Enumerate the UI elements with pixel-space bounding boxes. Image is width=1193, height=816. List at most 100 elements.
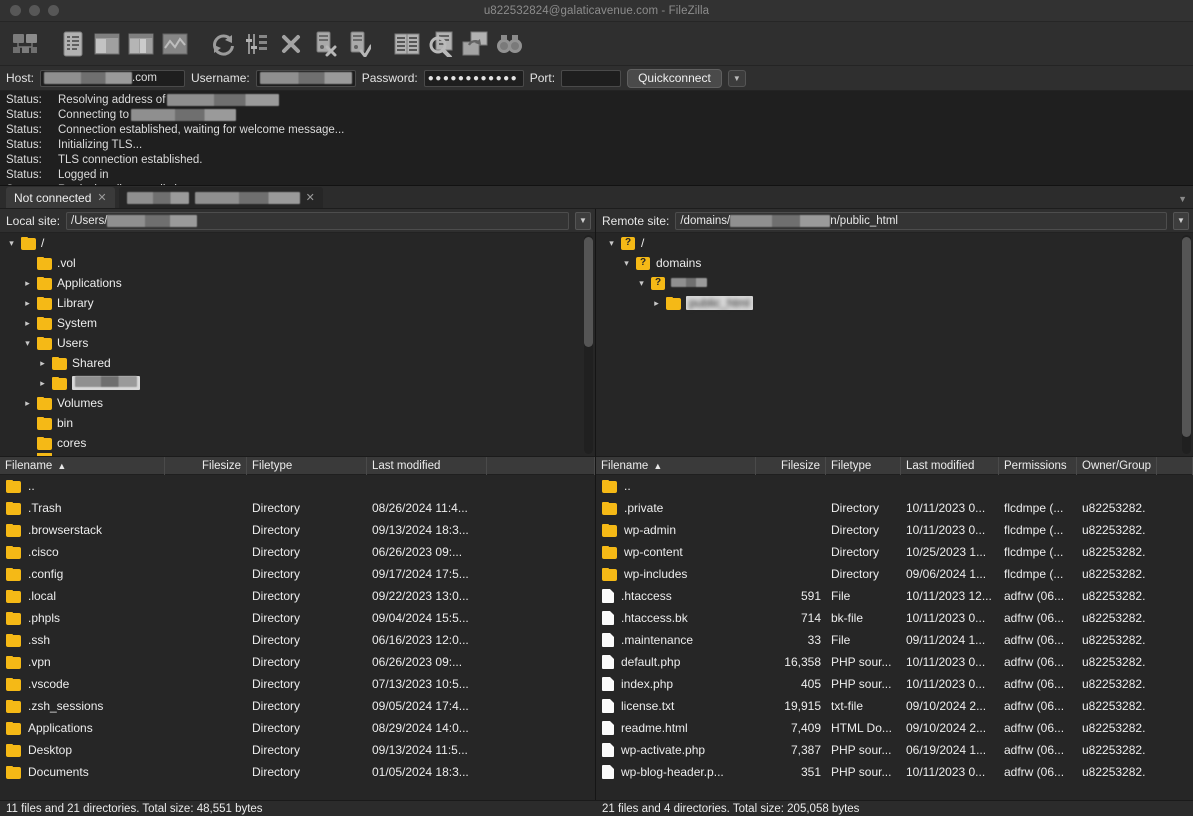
table-row[interactable]: .vscodeDirectory07/13/2023 10:5... xyxy=(0,673,595,695)
tree-item-bin[interactable]: bin xyxy=(0,413,595,433)
quickconnect-button[interactable]: Quickconnect xyxy=(627,69,722,88)
chevron-down-icon[interactable]: ▾ xyxy=(621,258,632,269)
table-row[interactable]: DocumentsDirectory01/05/2024 18:3... xyxy=(0,761,595,783)
local-file-list[interactable]: Filename▲ Filesize Filetype Last modifie… xyxy=(0,457,595,800)
column-header-filename[interactable]: Filename▲ xyxy=(596,457,756,475)
column-header-owner-group[interactable]: Owner/Group xyxy=(1077,457,1157,475)
refresh-icon[interactable] xyxy=(206,28,240,60)
chevron-down-icon[interactable]: ▼ xyxy=(728,70,746,87)
close-icon[interactable]: ✕ xyxy=(306,191,315,204)
tree-item-remote-root[interactable]: ▾ ? / xyxy=(596,233,1193,253)
tree-item-domains[interactable]: ▾ ? domains xyxy=(596,253,1193,273)
local-file-rows[interactable]: ...TrashDirectory08/26/2024 11:4....brow… xyxy=(0,475,595,800)
table-row[interactable]: .TrashDirectory08/26/2024 11:4... xyxy=(0,497,595,519)
cancel-icon[interactable] xyxy=(274,28,308,60)
tree-item-volumes[interactable]: ▸ Volumes xyxy=(0,393,595,413)
chevron-down-icon[interactable]: ▾ xyxy=(606,238,617,249)
chevron-right-icon[interactable]: ▸ xyxy=(37,358,48,369)
remote-directory-tree[interactable]: ▾ ? / ▾ ? domains ▾ ? ▸ public_htm xyxy=(596,233,1193,457)
table-row[interactable]: wp-includesDirectory09/06/2024 1...flcdm… xyxy=(596,563,1193,585)
table-row[interactable]: index.php405PHP sour...10/11/2023 0...ad… xyxy=(596,673,1193,695)
table-row[interactable]: wp-contentDirectory10/25/2023 1...flcdmp… xyxy=(596,541,1193,563)
tree-item-vol[interactable]: .vol xyxy=(0,253,595,273)
tree-item-cores[interactable]: cores xyxy=(0,433,595,453)
table-row[interactable]: .. xyxy=(0,475,595,497)
table-row[interactable]: .zsh_sessionsDirectory09/05/2024 17:4... xyxy=(0,695,595,717)
table-row[interactable]: wp-activate.php7,387PHP sour...06/19/202… xyxy=(596,739,1193,761)
column-header-filename[interactable]: Filename▲ xyxy=(0,457,165,475)
local-tree-scrollbar[interactable] xyxy=(584,235,593,454)
filter-icon[interactable] xyxy=(424,28,458,60)
table-row[interactable]: .privateDirectory10/11/2023 0...flcdmpe … xyxy=(596,497,1193,519)
column-header-spacer[interactable] xyxy=(1157,457,1193,475)
process-queue-icon[interactable] xyxy=(240,28,274,60)
column-header-filetype[interactable]: Filetype xyxy=(826,457,901,475)
table-row[interactable]: DesktopDirectory09/13/2024 11:5... xyxy=(0,739,595,761)
local-directory-tree[interactable]: ▾ / .vol ▸ Applications ▸ Libra xyxy=(0,233,595,457)
table-row[interactable]: .configDirectory09/17/2024 17:5... xyxy=(0,563,595,585)
table-row[interactable]: wp-adminDirectory10/11/2023 0...flcdmpe … xyxy=(596,519,1193,541)
table-row[interactable]: wp-blog-header.p...351PHP sour...10/11/2… xyxy=(596,761,1193,783)
local-site-input[interactable]: /Users/ xyxy=(66,212,569,230)
chevron-down-icon[interactable]: ▼ xyxy=(575,212,591,230)
remote-site-input[interactable]: /domains/n/public_html xyxy=(675,212,1167,230)
directory-comparison-icon[interactable] xyxy=(390,28,424,60)
column-header-filesize[interactable]: Filesize xyxy=(165,457,247,475)
chevron-right-icon[interactable]: ▸ xyxy=(22,318,33,329)
column-header-filetype[interactable]: Filetype xyxy=(247,457,367,475)
chevron-right-icon[interactable]: ▸ xyxy=(22,278,33,289)
toggle-message-log-icon[interactable] xyxy=(56,28,90,60)
table-row[interactable]: .. xyxy=(596,475,1193,497)
table-row[interactable]: .maintenance33File09/11/2024 1...adfrw (… xyxy=(596,629,1193,651)
chevron-down-icon[interactable]: ▼ xyxy=(1178,194,1187,204)
table-row[interactable]: readme.html7,409HTML Do...09/10/2024 2..… xyxy=(596,717,1193,739)
table-row[interactable]: .htaccess.bk714bk-file10/11/2023 0...adf… xyxy=(596,607,1193,629)
chevron-down-icon[interactable]: ▾ xyxy=(6,238,17,249)
table-row[interactable]: .ciscoDirectory06/26/2023 09:... xyxy=(0,541,595,563)
table-row[interactable]: .vpnDirectory06/26/2023 09:... xyxy=(0,651,595,673)
tree-item-root[interactable]: ▾ / xyxy=(0,233,595,253)
remote-file-rows[interactable]: ...privateDirectory10/11/2023 0...flcdmp… xyxy=(596,475,1193,800)
table-row[interactable]: .htaccess591File10/11/2023 12...adfrw (0… xyxy=(596,585,1193,607)
table-row[interactable]: ApplicationsDirectory08/29/2024 14:0... xyxy=(0,717,595,739)
chevron-right-icon[interactable]: ▸ xyxy=(22,398,33,409)
column-header-filesize[interactable]: Filesize xyxy=(756,457,826,475)
remote-tree-scrollbar[interactable] xyxy=(1182,235,1191,454)
chevron-down-icon[interactable]: ▾ xyxy=(22,338,33,349)
synchronized-browsing-icon[interactable] xyxy=(458,28,492,60)
table-row[interactable]: .browserstackDirectory09/13/2024 18:3... xyxy=(0,519,595,541)
tree-item-applications[interactable]: ▸ Applications xyxy=(0,273,595,293)
tab-connected-site[interactable]: ✕ xyxy=(119,187,323,208)
tree-item-home-selected[interactable]: ▸ xyxy=(0,373,595,393)
tree-item-library[interactable]: ▸ Library xyxy=(0,293,595,313)
site-manager-icon[interactable] xyxy=(8,28,42,60)
chevron-right-icon[interactable]: ▸ xyxy=(37,378,48,389)
tree-item-partial[interactable] xyxy=(0,453,595,457)
toggle-local-tree-icon[interactable] xyxy=(90,28,124,60)
toggle-transfer-queue-icon[interactable] xyxy=(158,28,192,60)
remote-file-list[interactable]: Filename▲ Filesize Filetype Last modifie… xyxy=(596,457,1193,800)
find-files-icon[interactable] xyxy=(492,28,526,60)
table-row[interactable]: .sshDirectory06/16/2023 12:0... xyxy=(0,629,595,651)
table-row[interactable]: license.txt19,915txt-file09/10/2024 2...… xyxy=(596,695,1193,717)
tree-item-public-html-selected[interactable]: ▸ public_html xyxy=(596,293,1193,313)
close-icon[interactable]: ✕ xyxy=(97,191,106,204)
chevron-down-icon[interactable]: ▼ xyxy=(1173,212,1189,230)
tree-item-system[interactable]: ▸ System xyxy=(0,313,595,333)
tab-not-connected[interactable]: Not connected ✕ xyxy=(6,187,115,208)
table-row[interactable]: .localDirectory09/22/2023 13:0... xyxy=(0,585,595,607)
table-row[interactable]: .phplsDirectory09/04/2024 15:5... xyxy=(0,607,595,629)
column-header-permissions[interactable]: Permissions xyxy=(999,457,1077,475)
tree-item-domain-name[interactable]: ▾ ? xyxy=(596,273,1193,293)
chevron-right-icon[interactable]: ▸ xyxy=(651,298,662,309)
chevron-right-icon[interactable]: ▸ xyxy=(22,298,33,309)
tree-item-shared[interactable]: ▸ Shared xyxy=(0,353,595,373)
table-row[interactable]: default.php16,358PHP sour...10/11/2023 0… xyxy=(596,651,1193,673)
column-header-last-modified[interactable]: Last modified xyxy=(901,457,999,475)
password-input[interactable]: ●●●●●●●●●●●● xyxy=(424,70,524,87)
port-input[interactable] xyxy=(561,70,621,87)
tree-item-users[interactable]: ▾ Users xyxy=(0,333,595,353)
host-input[interactable]: .com xyxy=(40,70,185,87)
column-header-last-modified[interactable]: Last modified xyxy=(367,457,487,475)
toggle-remote-tree-icon[interactable] xyxy=(124,28,158,60)
